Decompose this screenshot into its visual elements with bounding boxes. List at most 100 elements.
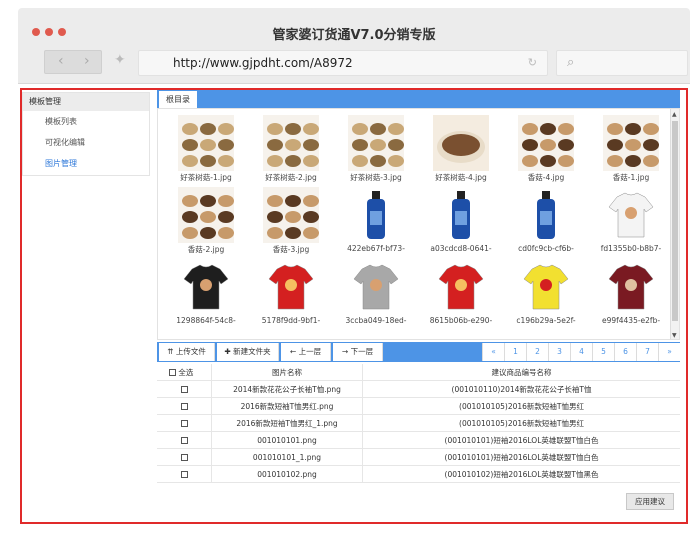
thumbnail-caption: e99f4435-e2fb- [601,316,661,325]
gallery-thumbnail[interactable]: 3ccba049-18ed- [336,255,416,331]
down-level-button[interactable]: → 下一层 [333,343,383,361]
sidebar-item-visual-edit[interactable]: 可视化编辑 [23,132,149,153]
row-suggested-code: (001010102)短袖2016LOL英雄联盟T恤黑色 [444,470,599,479]
row-suggested-code: (001010101)短袖2016LOL英雄联盟T恤白色 [444,453,599,462]
gallery-thumbnail[interactable]: 好茶树菇-3.jpg [336,111,416,187]
select-all[interactable]: 全选 [157,364,211,381]
page-7[interactable]: 7 [636,343,658,361]
upload-button[interactable]: ⇈ 上传文件 [159,343,215,361]
page-prev[interactable]: « [482,343,504,361]
gallery-thumbnail[interactable]: 香菇-1.jpg [591,111,671,187]
row-image-name: 2014新款花花公子长袖T恤.png [211,381,363,398]
row-select[interactable] [157,449,211,466]
page-next[interactable]: » [658,343,680,361]
up-level-button[interactable]: ← 上一层 [281,343,331,361]
thumbnail-caption: 1298864f-54c8- [176,316,236,325]
gallery-scrollbar[interactable]: ▲ ▼ [670,109,679,339]
gallery-thumbnail[interactable]: 8615b06b-e290- [421,255,501,331]
page-3[interactable]: 3 [548,343,570,361]
thumbnail-caption: 香菇-2.jpg [187,245,225,254]
apply-suggestion-button[interactable]: 应用建议 [626,493,674,510]
row-suggested-code: (001010105)2016新款短袖T恤男红 [459,419,584,428]
scrollbar-thumb[interactable] [672,121,678,321]
row-checkbox[interactable] [180,386,188,393]
thumbnail-caption: 8615b06b-e290- [429,316,493,325]
table-row: 2014新款花花公子长袖T恤.png (001010110)2014新款花花公子长… [157,381,680,398]
back-icon[interactable]: ‹ [58,53,64,69]
row-checkbox[interactable] [180,403,188,410]
thumbnail-image [178,259,234,315]
table-row: 2016新款短袖T恤男红_1.png (001010105)2016新款短袖T恤男… [157,415,680,432]
search-icon: ⌕ [567,55,575,70]
row-select[interactable] [157,432,211,449]
row-select[interactable] [157,381,211,398]
gallery-thumbnail[interactable]: 好茶树菇-2.jpg [251,111,331,187]
page-6[interactable]: 6 [614,343,636,361]
bookmark-icon[interactable]: ✦ [114,52,126,68]
thumbnail-image [603,259,659,315]
gallery-thumbnail[interactable]: cd0fc9cb-cf6b- [506,183,586,259]
page-2[interactable]: 2 [526,343,548,361]
row-image-name: 001010102.png [211,466,363,483]
gallery-thumbnail[interactable]: c196b29a-5e2f- [506,255,586,331]
row-image-name: 001010101.png [211,432,363,449]
nav-buttons: ‹ › [44,50,102,74]
thumbnail-image [263,115,319,171]
column-header-suggested-code: 建议商品编号名称 [491,368,552,377]
thumbnail-image [603,187,659,243]
gallery-thumbnail[interactable]: 香菇-2.jpg [166,183,246,259]
gallery-thumbnail[interactable]: 1298864f-54c8- [166,255,246,331]
gallery-thumbnail[interactable]: 香菇-4.jpg [506,111,586,187]
row-select[interactable] [157,398,211,415]
gallery-thumbnail[interactable]: 好茶树菇-4.jpg [421,111,501,187]
gallery-thumbnail[interactable]: 香菇-3.jpg [251,183,331,259]
table-header: 全选 图片名称 建议商品编号名称 [157,364,680,381]
pagination: « 1 2 3 4 5 6 7 » [482,343,680,361]
gallery-thumbnail[interactable]: 5178f9dd-9bf1- [251,255,331,331]
thumbnail-image [348,187,404,243]
row-checkbox[interactable] [180,454,188,461]
select-all-checkbox[interactable] [169,369,176,376]
sidebar-item-template-list[interactable]: 模板列表 [23,111,149,132]
page-4[interactable]: 4 [570,343,592,361]
scroll-up-icon[interactable]: ▲ [672,111,677,118]
sidebar: 模板管理 模板列表 可视化编辑 图片管理 [22,92,150,176]
thumbnail-caption: 香菇-3.jpg [272,245,310,254]
thumbnail-caption: 香菇-4.jpg [527,173,565,182]
row-image-name: 2016新款短袖T恤男红_1.png [211,415,363,432]
thumbnail-image [178,115,234,171]
address-input[interactable]: http://www.gjpdht.com/A8972 ↻ [138,50,548,76]
gallery-thumbnail[interactable]: e99f4435-e2fb- [591,255,671,331]
tab-bar: 根目录 [157,90,680,108]
row-select[interactable] [157,466,211,483]
gallery-thumbnail[interactable]: 422eb67f-bf73- [336,183,416,259]
thumbnail-caption: 422eb67f-bf73- [347,244,405,253]
tab-root-directory[interactable]: 根目录 [159,91,197,108]
row-select[interactable] [157,415,211,432]
reload-icon[interactable]: ↻ [528,56,537,69]
row-checkbox[interactable] [180,420,188,427]
gallery-thumbnail[interactable]: a03cdcd8-0641- [421,183,501,259]
sidebar-item-image-manager[interactable]: 图片管理 [23,153,149,174]
image-gallery: ▲ ▼ 好茶树菇-1.jpg 好茶树菇-2.jpg 好茶树菇-3.jpg 好茶树菇-4… [157,108,680,340]
page-5[interactable]: 5 [592,343,614,361]
image-manager-panel: 根目录 ▲ ▼ 好茶树菇-1.jpg 好茶树菇-2.jpg 好茶树菇-3.jpg 好茶… [157,90,680,510]
forward-icon[interactable]: › [84,53,90,69]
scroll-down-icon[interactable]: ▼ [672,332,677,339]
thumbnail-caption: 香菇-1.jpg [612,173,650,182]
file-toolbar: ⇈ 上传文件 ✚ 新建文件夹 ← 上一层 → 下一层 « 1 2 3 4 5 6… [157,342,680,362]
thumbnail-image [518,187,574,243]
thumbnail-caption: c196b29a-5e2f- [516,316,576,325]
gallery-thumbnail[interactable]: fd1355b0-b8b7- [591,183,671,259]
search-input[interactable]: ⌕ [556,50,688,76]
row-checkbox[interactable] [180,437,188,444]
thumbnail-caption: 5178f9dd-9bf1- [261,316,321,325]
thumbnail-image [433,115,489,171]
new-folder-button[interactable]: ✚ 新建文件夹 [217,343,279,361]
table-row: 001010101.png (001010101)短袖2016LOL英雄联盟T恤白… [157,432,680,449]
page-1[interactable]: 1 [504,343,526,361]
row-checkbox[interactable] [180,471,188,478]
thumbnail-image [348,259,404,315]
row-suggested-code: (001010101)短袖2016LOL英雄联盟T恤白色 [444,436,599,445]
gallery-thumbnail[interactable]: 好茶树菇-1.jpg [166,111,246,187]
